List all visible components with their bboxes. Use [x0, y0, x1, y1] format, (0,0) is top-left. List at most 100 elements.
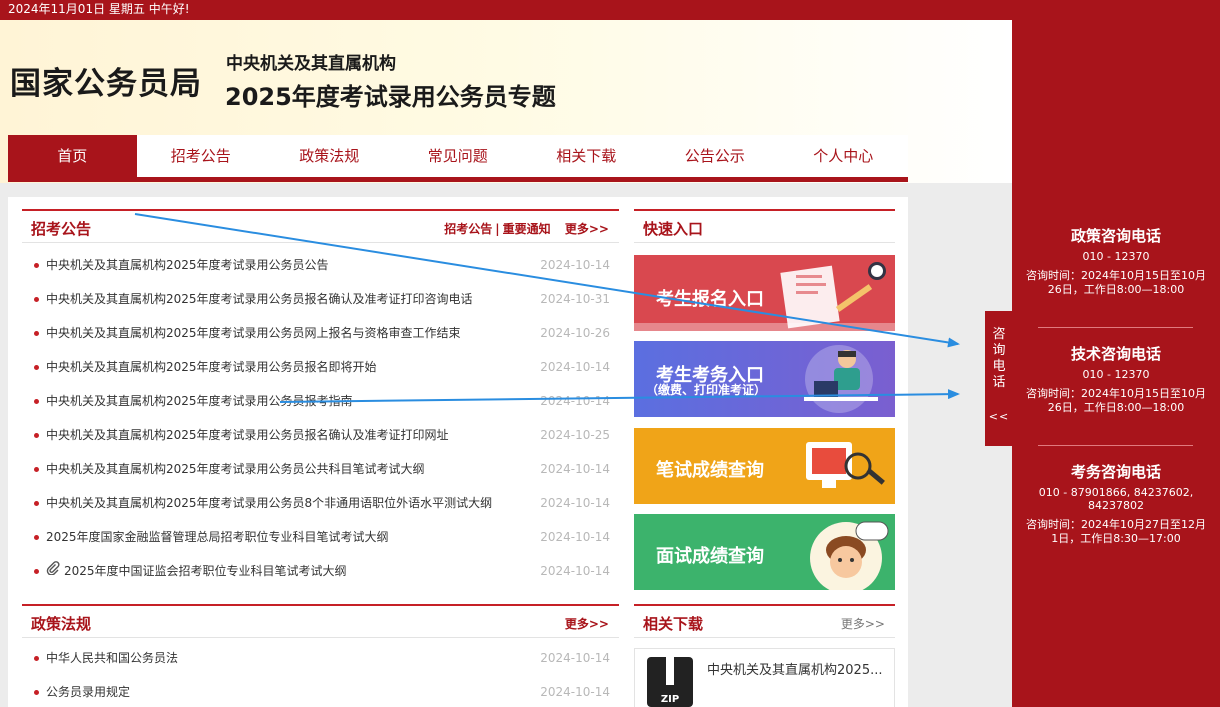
- nav-item-downloads[interactable]: 相关下载: [522, 135, 651, 177]
- list-item[interactable]: 中华人民共和国公务员法 2024-10-14: [30, 641, 610, 675]
- side-tab-char: 话: [992, 375, 1006, 390]
- nav-item-notices[interactable]: 公告公示: [651, 135, 780, 177]
- hotline-phone: 010 - 87901866, 84237602, 84237802: [1038, 486, 1194, 512]
- paperclip-icon: [46, 554, 60, 588]
- list-item[interactable]: 中央机关及其直属机构2025年度考试录用公务员报考指南 2024-10-14: [30, 384, 610, 418]
- top-date-bar: 2024年11月01日 星期五 中午好!: [0, 0, 1220, 20]
- nav-item-personal-center[interactable]: 个人中心: [779, 135, 908, 177]
- news-date: 2024-10-31: [540, 292, 610, 306]
- list-item[interactable]: 中央机关及其直属机构2025年度考试录用公务员公共科目笔试考试大纲 2024-10…: [30, 452, 610, 486]
- bullet-dot: [34, 535, 39, 540]
- bullet-dot: [34, 399, 39, 404]
- list-item[interactable]: 2025年度中国证监会招考职位专业科目笔试考试大纲 2024-10-14: [30, 554, 610, 588]
- news-date: 2024-10-14: [540, 651, 610, 665]
- tab-separator: |: [495, 222, 500, 236]
- hotline-phone: 010 - 12370: [1082, 250, 1150, 263]
- downloads-title[interactable]: 相关下载: [643, 613, 703, 634]
- news-date: 2024-10-14: [540, 360, 610, 374]
- news-title: 中央机关及其直属机构2025年度考试录用公务员网上报名与资格审查工作结束: [46, 326, 461, 340]
- header-title: 2025年度考试录用公务员专题: [225, 83, 556, 111]
- news-date: 2024-10-14: [540, 530, 610, 544]
- news-title: 公务员录用规定: [46, 685, 131, 699]
- list-item[interactable]: 中央机关及其直属机构2025年度考试录用公务员报名即将开始 2024-10-14: [30, 350, 610, 384]
- downloads-header: 相关下载 更多>>: [634, 604, 895, 638]
- bullet-dot: [34, 501, 39, 506]
- tab-announcements[interactable]: 招考公告: [444, 222, 492, 236]
- bullet-dot: [34, 569, 39, 574]
- announcements-list: 中央机关及其直属机构2025年度考试录用公务员公告 2024-10-14 中央机关…: [30, 248, 610, 588]
- download-item[interactable]: ZIP 中央机关及其直属机构2025...: [634, 648, 895, 707]
- candidate-exam-affairs-banner[interactable]: 考生考务入口 （缴费、打印准考证）: [634, 341, 895, 417]
- news-title: 中央机关及其直属机构2025年度考试录用公务员报考指南: [46, 394, 353, 408]
- list-item[interactable]: 中央机关及其直属机构2025年度考试录用公务员报名确认及准考证打印咨询电话 202…: [30, 282, 610, 316]
- policy-list: 中华人民共和国公务员法 2024-10-14 公务员录用规定 2024-10-14: [30, 641, 610, 707]
- hotline-hours: 咨询时间：2024年10月15日至10月26日，工作日8:00—18:00: [1026, 269, 1206, 296]
- bullet-dot: [34, 365, 39, 370]
- news-date: 2024-10-14: [540, 564, 610, 578]
- news-title: 中央机关及其直属机构2025年度考试录用公务员报名即将开始: [46, 360, 377, 374]
- main-nav: 首页 招考公告 政策法规 常见问题 相关下载 公告公示 个人中心: [8, 135, 908, 182]
- list-item[interactable]: 中央机关及其直属机构2025年度考试录用公务员公告 2024-10-14: [30, 248, 610, 282]
- policy-header: 政策法规 更多>>: [22, 604, 619, 638]
- collapse-toggle[interactable]: <<: [985, 409, 1013, 425]
- consultation-side-tab[interactable]: 咨 询 电 话 <<: [985, 311, 1013, 446]
- bullet-dot: [34, 433, 39, 438]
- list-item[interactable]: 公务员录用规定 2024-10-14: [30, 675, 610, 707]
- announcements-header: 招考公告 招考公告 | 重要通知 更多>>: [22, 209, 619, 243]
- news-title: 2025年度中国证监会招考职位专业科目笔试考试大纲: [64, 564, 347, 578]
- hotline-phone: 010 - 12370: [1082, 368, 1150, 381]
- header-subtitle: 中央机关及其直属机构: [226, 54, 396, 74]
- announcements-more-link[interactable]: 更多>>: [565, 222, 609, 236]
- policy-more-link[interactable]: 更多>>: [565, 615, 609, 632]
- file-type-label: ZIP: [660, 694, 680, 705]
- bullet-dot: [34, 297, 39, 302]
- divider: [1038, 445, 1193, 446]
- hotline-title: 考务咨询电话: [1070, 463, 1161, 481]
- news-date: 2024-10-26: [540, 326, 610, 340]
- news-title: 2025年度国家金融监督管理总局招考职位专业科目笔试考试大纲: [46, 530, 389, 544]
- news-title: 中央机关及其直属机构2025年度考试录用公务员公共科目笔试考试大纲: [46, 462, 425, 476]
- written-score-label: 笔试成绩查询: [656, 460, 764, 481]
- consultation-panel: 政策咨询电话 010 - 12370 咨询时间：2024年10月15日至10月2…: [1012, 20, 1220, 707]
- bullet-dot: [34, 263, 39, 268]
- written-score-banner[interactable]: 笔试成绩查询: [634, 428, 895, 504]
- nav-item-policy[interactable]: 政策法规: [265, 135, 394, 177]
- exam-affairs-hotline: 考务咨询电话 010 - 87901866, 84237602, 8423780…: [1012, 461, 1220, 546]
- nav-item-faq[interactable]: 常见问题: [394, 135, 523, 177]
- list-item[interactable]: 中央机关及其直属机构2025年度考试录用公务员网上报名与资格审查工作结束 2024…: [30, 316, 610, 350]
- zip-strip: [666, 657, 674, 685]
- nav-item-announcements[interactable]: 招考公告: [137, 135, 266, 177]
- tech-hotline: 技术咨询电话 010 - 12370 咨询时间：2024年10月15日至10月2…: [1012, 343, 1220, 415]
- policy-title[interactable]: 政策法规: [31, 613, 91, 634]
- divider: [1038, 327, 1193, 328]
- news-title: 中央机关及其直属机构2025年度考试录用公务员报名确认及准考证打印网址: [46, 428, 449, 442]
- list-item[interactable]: 中央机关及其直属机构2025年度考试录用公务员8个非通用语职位外语水平测试大纲 2…: [30, 486, 610, 520]
- news-date: 2024-10-14: [540, 462, 610, 476]
- side-tab-char: 询: [992, 343, 1006, 358]
- policy-hotline: 政策咨询电话 010 - 12370 咨询时间：2024年10月15日至10月2…: [1012, 225, 1220, 297]
- side-tab-char: 咨: [992, 327, 1006, 342]
- hotline-hours: 咨询时间：2024年10月27日至12月1日，工作日8:30—17:00: [1026, 518, 1206, 545]
- nav-item-home[interactable]: 首页: [8, 135, 137, 177]
- downloads-more-link[interactable]: 更多>>: [841, 615, 885, 632]
- announcements-title[interactable]: 招考公告: [31, 218, 91, 239]
- hotline-title: 政策咨询电话: [1070, 227, 1161, 245]
- bullet-dot: [34, 467, 39, 472]
- zip-file-icon: ZIP: [647, 657, 693, 707]
- interview-score-banner[interactable]: 面试成绩查询: [634, 514, 895, 590]
- site-logo[interactable]: 国家公务员局: [10, 58, 202, 103]
- tab-important-notices[interactable]: 重要通知: [503, 222, 551, 236]
- bullet-dot: [34, 656, 39, 661]
- list-item[interactable]: 2025年度国家金融监督管理总局招考职位专业科目笔试考试大纲 2024-10-14: [30, 520, 610, 554]
- news-date: 2024-10-14: [540, 394, 610, 408]
- download-title: 中央机关及其直属机构2025...: [707, 663, 883, 678]
- news-date: 2024-10-14: [540, 496, 610, 510]
- interview-score-label: 面试成绩查询: [656, 546, 764, 567]
- main-content: 招考公告 招考公告 | 重要通知 更多>> 中央机关及其直属机构2025年度考试录用…: [8, 197, 908, 707]
- registration-label: 考生报名入口: [656, 289, 764, 310]
- candidate-registration-banner[interactable]: 考生报名入口: [634, 255, 895, 331]
- list-item[interactable]: 中央机关及其直属机构2025年度考试录用公务员报名确认及准考证打印网址 2024-…: [30, 418, 610, 452]
- bullet-dot: [34, 690, 39, 695]
- hotline-title: 技术咨询电话: [1070, 345, 1161, 363]
- news-date: 2024-10-14: [540, 685, 610, 699]
